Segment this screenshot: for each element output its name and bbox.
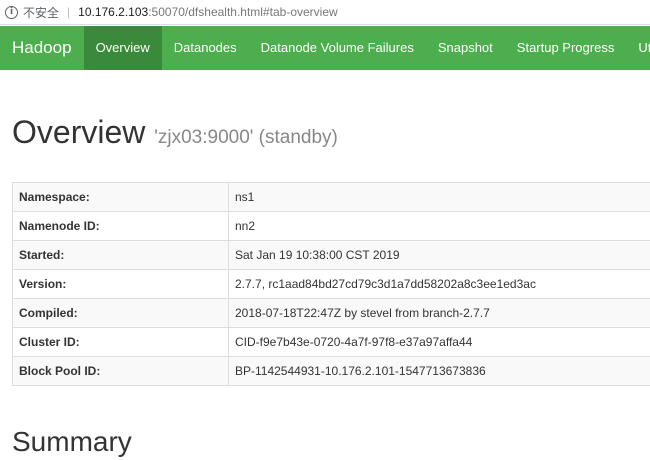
page-title-text: Overview xyxy=(12,114,145,150)
page-subtitle: 'zjx03:9000' (standby) xyxy=(154,127,338,148)
security-label[interactable]: 不安全 xyxy=(23,4,59,21)
row-label: Namespace: xyxy=(13,183,229,212)
nav-overview[interactable]: Overview xyxy=(84,26,162,70)
row-value: ns1 xyxy=(229,183,650,212)
summary-heading: Summary xyxy=(12,424,132,460)
row-label: Namenode ID: xyxy=(13,212,229,241)
row-value: BP-1142544931-10.176.2.101-1547713673836 xyxy=(229,357,650,386)
table-row: Namespace: ns1 xyxy=(13,183,650,212)
url-path[interactable]: :50070/dfshealth.html#tab-overview xyxy=(148,5,337,19)
url-host[interactable]: 10.176.2.103 xyxy=(78,5,148,19)
page-title: Overview 'zjx03:9000' (standby) xyxy=(12,112,338,158)
nav-datanodes[interactable]: Datanodes xyxy=(162,26,249,70)
table-row: Block Pool ID: BP-1142544931-10.176.2.10… xyxy=(13,357,650,386)
overview-table: Namespace: ns1 Namenode ID: nn2 Started:… xyxy=(12,182,650,386)
brand-link[interactable]: Hadoop xyxy=(0,26,84,70)
table-row: Compiled: 2018-07-18T22:47Z by stevel fr… xyxy=(13,299,650,328)
nav-utilities[interactable]: Utilities xyxy=(626,26,650,70)
row-value: Sat Jan 19 10:38:00 CST 2019 xyxy=(229,241,650,270)
nav-startup-progress[interactable]: Startup Progress xyxy=(505,26,627,70)
table-row: Started: Sat Jan 19 10:38:00 CST 2019 xyxy=(13,241,650,270)
row-label: Started: xyxy=(13,241,229,270)
row-value: nn2 xyxy=(229,212,650,241)
nav-snapshot[interactable]: Snapshot xyxy=(426,26,505,70)
row-value: 2.7.7, rc1aad84bd27cd79c3d1a7dd58202a8c3… xyxy=(229,270,650,299)
row-value: 2018-07-18T22:47Z by stevel from branch-… xyxy=(229,299,650,328)
address-bar[interactable]: i 不安全 | 10.176.2.103:50070/dfshealth.htm… xyxy=(0,0,650,25)
row-label: Version: xyxy=(13,270,229,299)
nav-datanode-volume-failures[interactable]: Datanode Volume Failures xyxy=(249,26,426,70)
table-row: Namenode ID: nn2 xyxy=(13,212,650,241)
row-label: Block Pool ID: xyxy=(13,357,229,386)
address-divider: | xyxy=(67,5,70,19)
navbar: Hadoop Overview Datanodes Datanode Volum… xyxy=(0,26,650,70)
row-value: CID-f9e7b43e-0720-4a7f-97f8-e37a97affa44 xyxy=(229,328,650,357)
table-row: Version: 2.7.7, rc1aad84bd27cd79c3d1a7dd… xyxy=(13,270,650,299)
row-label: Compiled: xyxy=(13,299,229,328)
table-row: Cluster ID: CID-f9e7b43e-0720-4a7f-97f8-… xyxy=(13,328,650,357)
row-label: Cluster ID: xyxy=(13,328,229,357)
info-icon[interactable]: i xyxy=(5,6,18,19)
